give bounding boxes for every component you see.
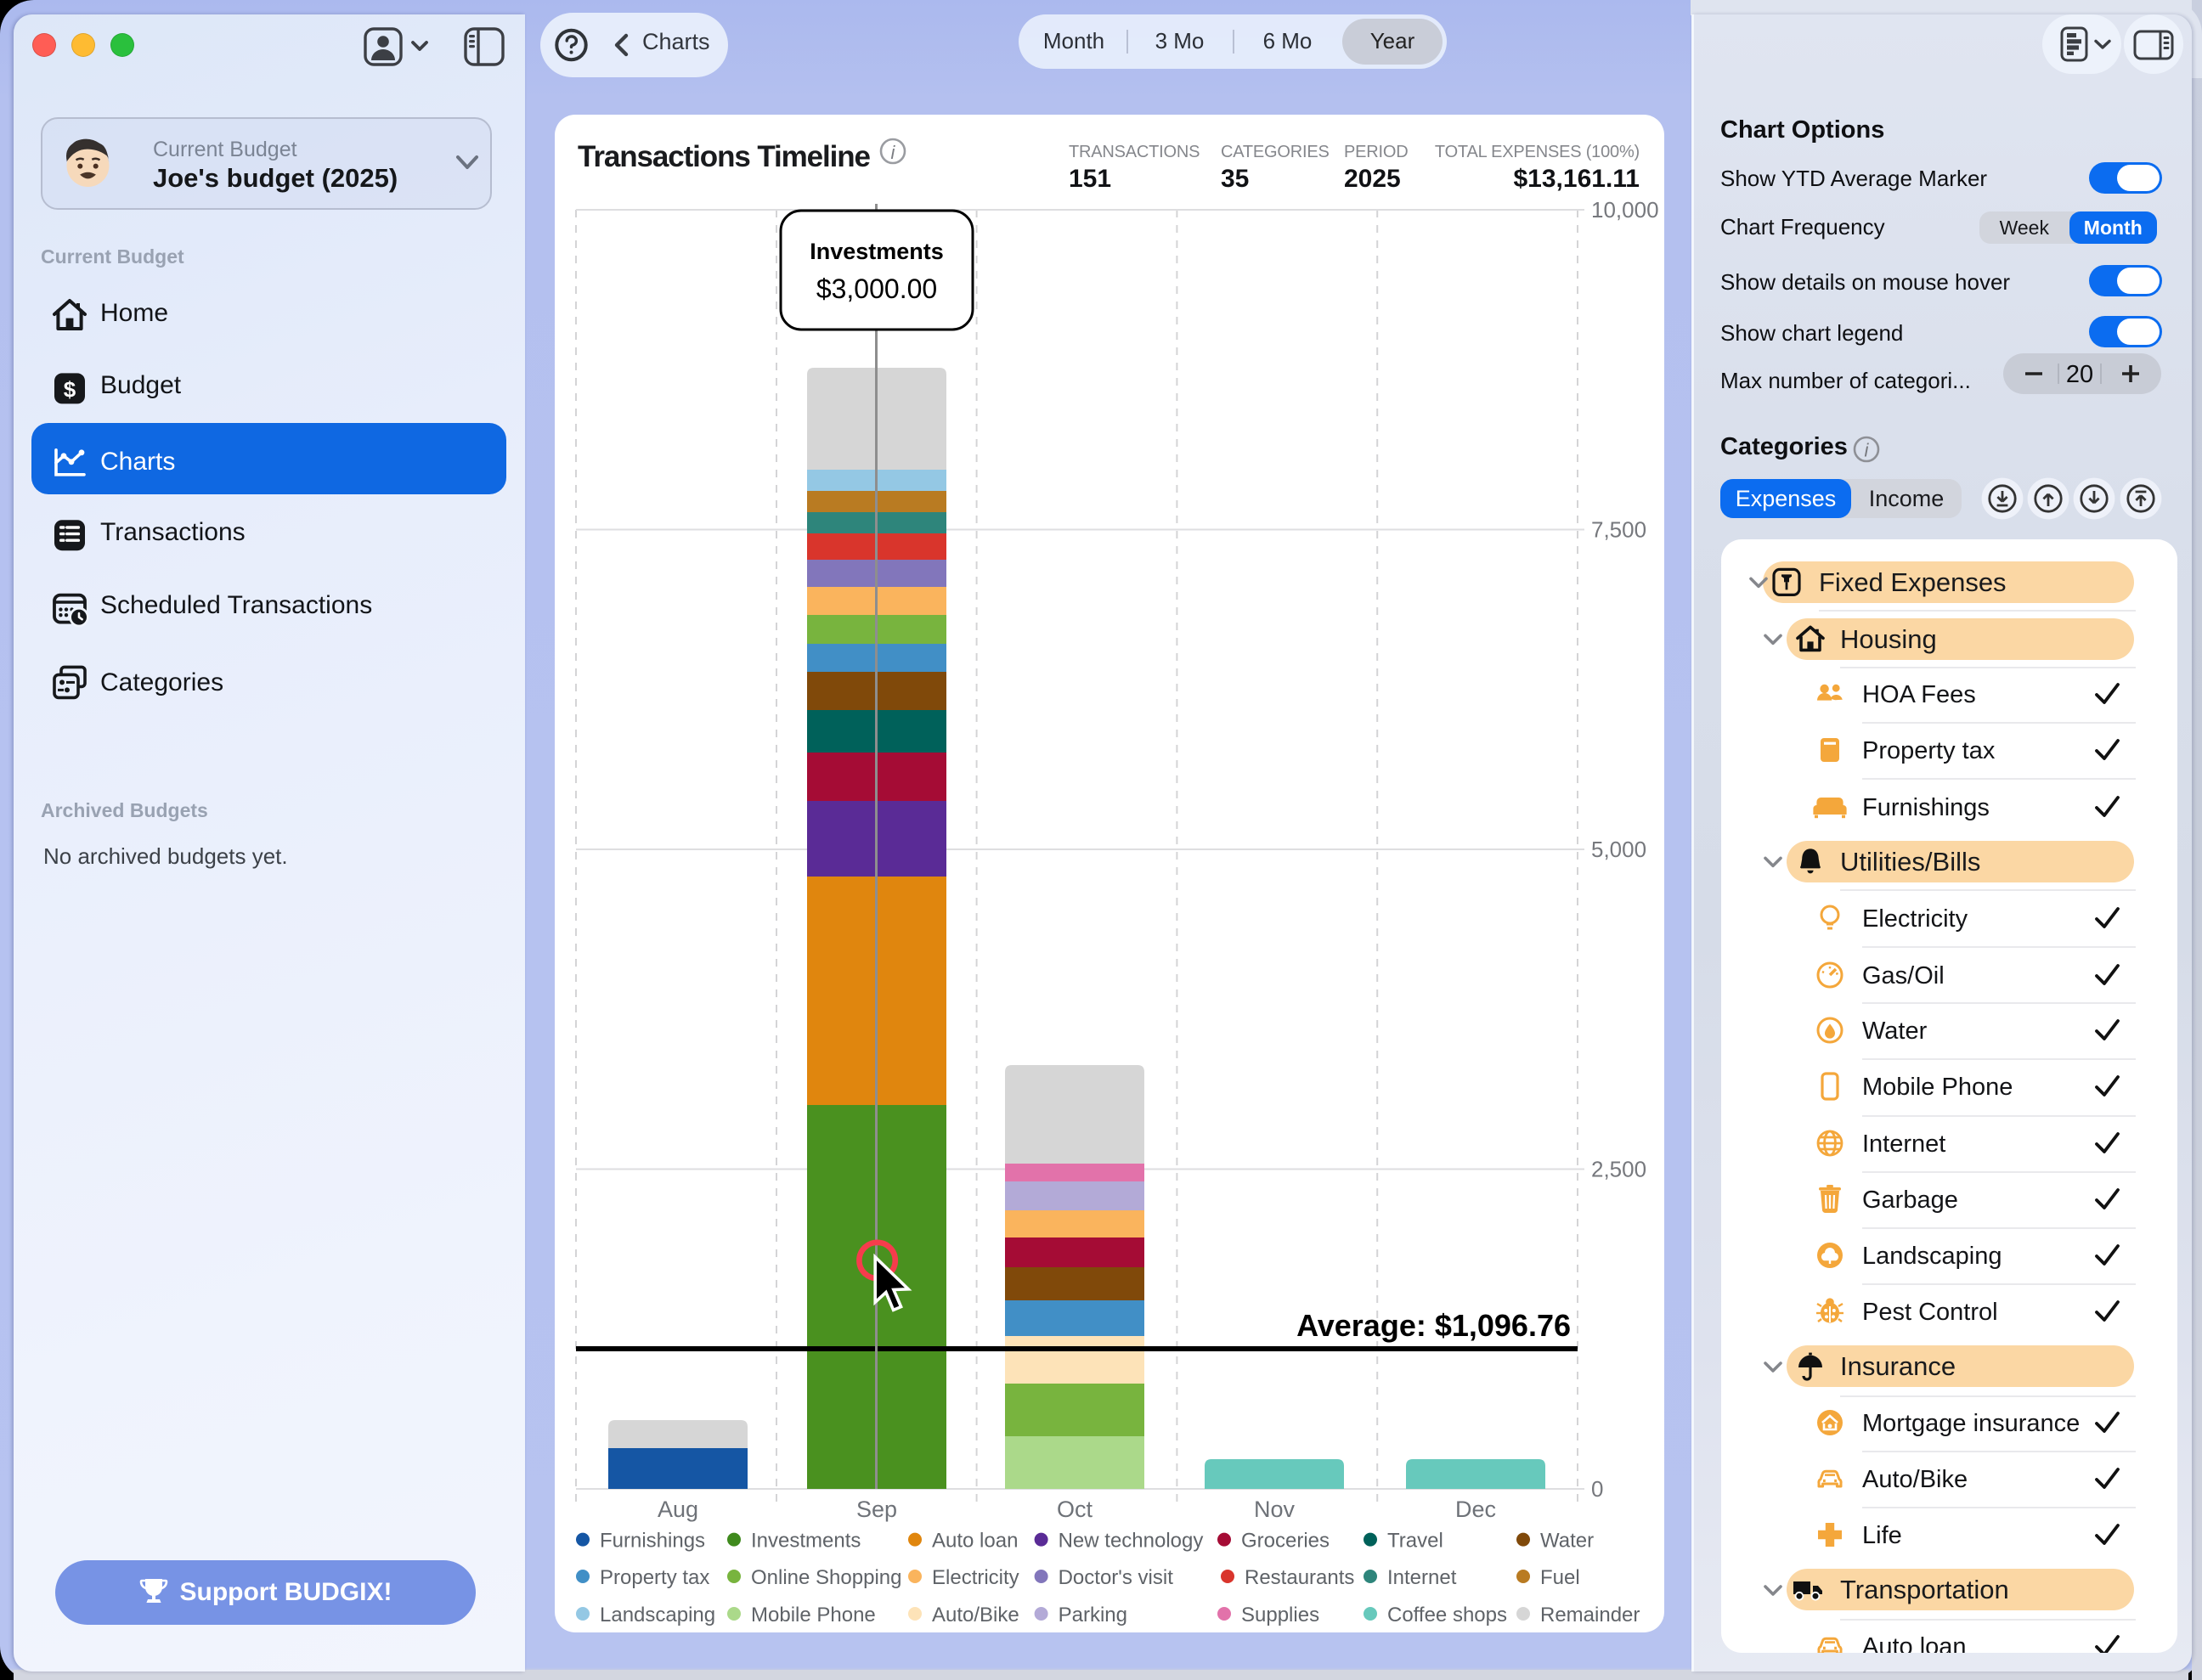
svg-text:Remainder: Remainder bbox=[1540, 1604, 1640, 1626]
svg-text:Furnishings: Furnishings bbox=[600, 1530, 705, 1553]
svg-text:0: 0 bbox=[1591, 1476, 1603, 1502]
svg-text:Aug: Aug bbox=[658, 1497, 698, 1522]
svg-text:$3,000.00: $3,000.00 bbox=[816, 273, 937, 304]
svg-text:Electricity: Electricity bbox=[932, 1566, 1019, 1589]
svg-text:Water: Water bbox=[1540, 1530, 1594, 1553]
svg-text:10,000: 10,000 bbox=[1591, 197, 1659, 223]
svg-text:Investments: Investments bbox=[751, 1530, 861, 1553]
svg-text:Oct: Oct bbox=[1057, 1497, 1093, 1522]
svg-text:5,000: 5,000 bbox=[1591, 837, 1646, 862]
svg-text:New technology: New technology bbox=[1059, 1530, 1204, 1553]
svg-text:Coffee shops: Coffee shops bbox=[1387, 1604, 1507, 1626]
svg-text:Supplies: Supplies bbox=[1241, 1604, 1319, 1626]
svg-text:Restaurants: Restaurants bbox=[1245, 1566, 1354, 1589]
svg-text:Doctor's visit: Doctor's visit bbox=[1059, 1566, 1174, 1589]
svg-text:Auto loan: Auto loan bbox=[932, 1530, 1018, 1553]
svg-text:Parking: Parking bbox=[1059, 1604, 1127, 1626]
svg-text:i: i bbox=[1865, 439, 1870, 460]
svg-text:Nov: Nov bbox=[1254, 1497, 1296, 1522]
svg-text:Sep: Sep bbox=[856, 1497, 897, 1522]
svg-text:Online Shopping: Online Shopping bbox=[751, 1566, 901, 1589]
svg-text:Landscaping: Landscaping bbox=[600, 1604, 715, 1626]
svg-text:Travel: Travel bbox=[1387, 1530, 1443, 1553]
svg-text:Property tax: Property tax bbox=[600, 1566, 709, 1589]
svg-text:2,500: 2,500 bbox=[1591, 1157, 1646, 1182]
svg-text:Mobile Phone: Mobile Phone bbox=[751, 1604, 876, 1626]
svg-text:Dec: Dec bbox=[1455, 1497, 1496, 1522]
svg-text:Internet: Internet bbox=[1387, 1566, 1457, 1589]
svg-text:i: i bbox=[891, 142, 896, 163]
svg-text:Investments: Investments bbox=[810, 239, 944, 264]
svg-text:Fuel: Fuel bbox=[1540, 1566, 1580, 1589]
svg-text:20: 20 bbox=[2066, 361, 2093, 388]
svg-text:Average: $1,096.76: Average: $1,096.76 bbox=[1296, 1308, 1571, 1343]
svg-text:Auto/Bike: Auto/Bike bbox=[932, 1604, 1019, 1626]
svg-text:Groceries: Groceries bbox=[1241, 1530, 1330, 1553]
svg-text:7,500: 7,500 bbox=[1591, 517, 1646, 543]
